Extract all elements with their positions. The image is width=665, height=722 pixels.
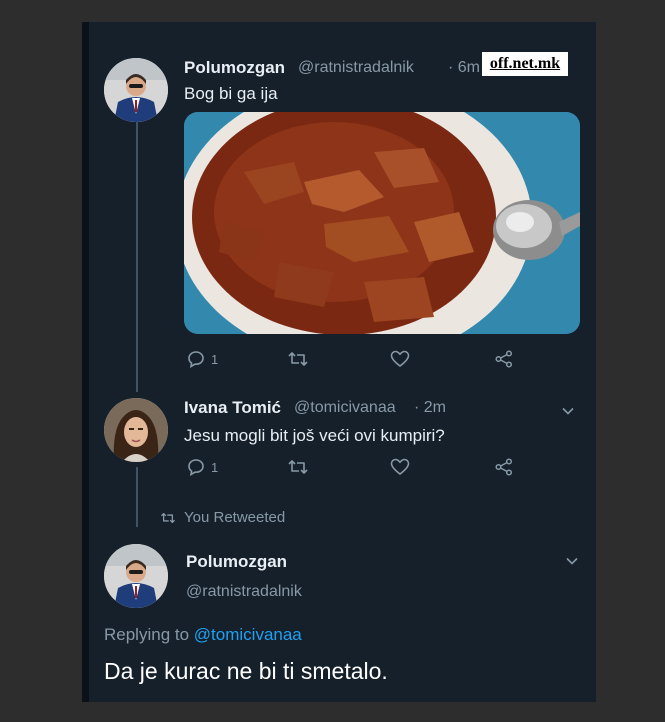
heart-icon [390,458,410,476]
man-in-suit-avatar-icon [104,58,168,122]
user-handle[interactable]: @ratnistradalnik [186,583,302,601]
thread-line [136,467,138,527]
tweet-thread-screenshot: Polumozgan @ratnistradalnik · 6m Bog bi … [82,22,596,702]
stew-photo-icon [184,112,580,334]
reply-button[interactable]: 1 [187,458,218,476]
share-button[interactable] [494,458,514,476]
replying-label: Replying to [104,625,190,644]
timestamp[interactable]: · 6m [448,59,480,77]
share-icon [495,458,513,476]
thread-line [136,122,138,392]
share-button[interactable] [494,350,514,368]
retweet-button[interactable] [287,350,309,368]
retweet-icon [288,460,308,474]
timestamp[interactable]: · 2m [414,399,446,417]
retweet-icon [288,352,308,366]
avatar[interactable] [104,58,168,122]
user-handle[interactable]: @tomicivanaa [294,399,396,417]
reply-icon [188,351,204,368]
tweet-actions: 1 [187,350,517,372]
heart-icon [390,350,410,368]
retweet-button[interactable] [287,458,309,476]
reply-icon [188,459,204,476]
chevron-down-icon[interactable] [564,553,580,569]
tweet-image[interactable] [184,112,580,334]
retweet-label: You Retweeted [184,509,286,526]
reply-count: 1 [211,351,219,367]
tweet-actions: 1 [187,458,517,480]
retweet-indicator: You Retweeted [160,509,285,526]
tweet-text: Bog bi ga ija [184,84,278,103]
display-name[interactable]: Polumozgan [186,552,287,572]
display-name[interactable]: Polumozgan [184,58,285,78]
display-name[interactable]: Ivana Tomić [184,398,281,418]
user-handle[interactable]: @ratnistradalnik [298,59,414,77]
reply-count: 1 [211,459,219,475]
woman-avatar-icon [104,398,168,462]
reply-button[interactable]: 1 [187,350,218,368]
retweet-icon [160,512,176,523]
avatar[interactable] [104,544,168,608]
share-icon [495,350,513,368]
like-button[interactable] [390,350,410,368]
watermark: off.net.mk [482,52,568,76]
tweet-text: Jesu mogli bit još veći ovi kumpiri? [184,426,445,445]
avatar[interactable] [104,398,168,462]
like-button[interactable] [390,458,410,476]
frame-edge [82,22,89,702]
replying-to: Replying to @tomicivanaa [104,625,302,645]
chevron-down-icon[interactable] [560,403,576,419]
tweet-text: Da je kurac ne bi ti smetalo. [104,658,388,684]
man-in-suit-avatar-icon [104,544,168,608]
mention-link[interactable]: @tomicivanaa [194,625,302,644]
